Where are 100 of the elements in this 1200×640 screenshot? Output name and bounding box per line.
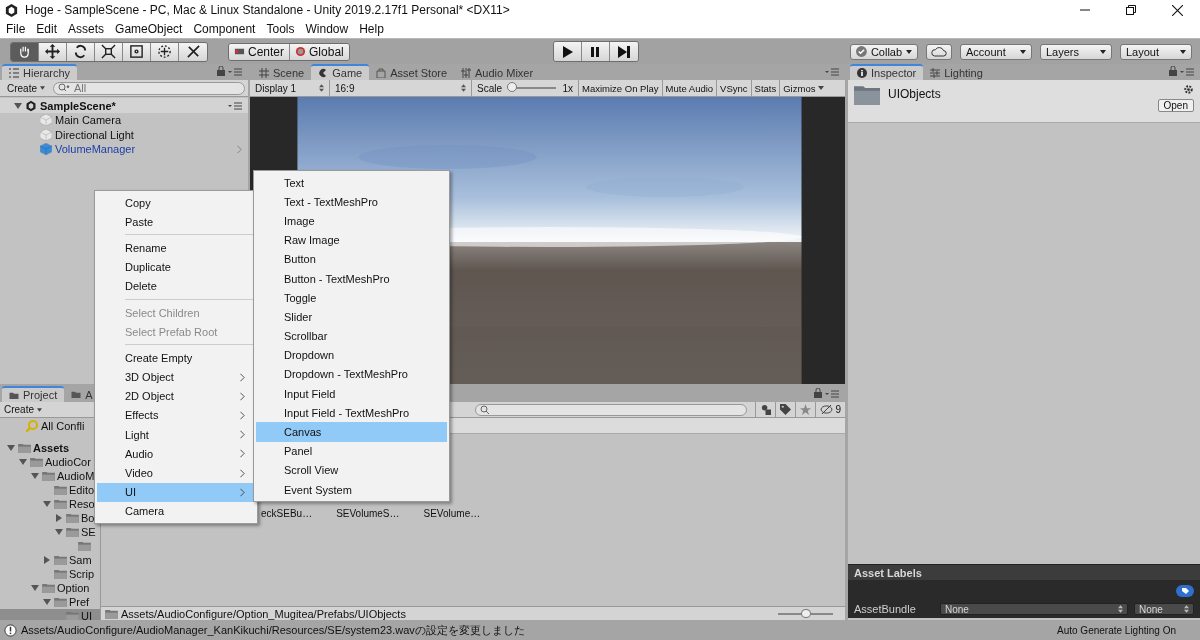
step-button[interactable]	[609, 42, 638, 61]
folder-name[interactable]: Sam	[69, 554, 92, 566]
menu-item[interactable]: Text	[256, 173, 447, 193]
menu-item[interactable]: 3D Object	[97, 367, 255, 387]
folder-name[interactable]: Scrip	[69, 568, 95, 580]
gizmos-dropdown[interactable]: Gizmos	[780, 80, 828, 96]
zoom-slider[interactable]	[800, 608, 811, 618]
create-dropdown[interactable]: Create	[0, 402, 46, 417]
favorite-item[interactable]: All Confli	[41, 420, 85, 432]
pivot-button[interactable]: Center	[229, 43, 291, 60]
menu-item[interactable]: UI	[97, 482, 255, 502]
toggle-button[interactable]: VSync	[717, 80, 752, 96]
menu-item[interactable]: Canvas	[256, 422, 447, 442]
hierarchy-item[interactable]: VolumeManager	[55, 143, 136, 156]
menu-item[interactable]: Tools	[266, 22, 295, 36]
scale-slider[interactable]	[507, 82, 518, 92]
menu-item[interactable]: Event System	[256, 480, 447, 500]
folder-name[interactable]: Edito	[69, 484, 95, 496]
folder-name[interactable]: Reso	[69, 498, 95, 510]
tool-button[interactable]	[95, 42, 123, 61]
play-button[interactable]	[553, 42, 582, 61]
menu-item[interactable]: Create Empty	[97, 348, 255, 368]
view-tab[interactable]: Scene	[252, 65, 312, 80]
file-name[interactable]: SEVolumeS…	[336, 508, 400, 520]
menu-item[interactable]: Input Field - TextMeshPro	[256, 403, 447, 423]
menu-item[interactable]: Panel	[256, 441, 447, 461]
menu-item[interactable]: Edit	[36, 22, 58, 36]
folder-name[interactable]: Pref	[69, 596, 90, 608]
tag-icon[interactable]	[1176, 585, 1194, 597]
folder-name[interactable]: Assets	[33, 442, 70, 454]
file-name[interactable]: SEVolume…	[423, 508, 481, 520]
menu-item[interactable]: Camera	[97, 501, 255, 521]
menu-item[interactable]: Duplicate	[97, 257, 255, 277]
menu-icon[interactable]	[228, 101, 242, 110]
expanded-arrow-icon[interactable]	[18, 458, 28, 466]
folder-name[interactable]: SE	[81, 526, 96, 538]
search-field[interactable]	[475, 403, 748, 416]
folder-name[interactable]: AudioM	[57, 470, 95, 482]
tool-button[interactable]	[67, 42, 95, 61]
menu-item[interactable]: Assets	[68, 22, 105, 36]
menu-item[interactable]: Slider	[256, 307, 447, 327]
menu-item[interactable]: Text - TextMeshPro	[256, 192, 447, 212]
cloud-button[interactable]	[926, 43, 952, 60]
aspect-dropdown[interactable]: 16:9	[330, 80, 472, 96]
layout-dropdown[interactable]: Layout	[1120, 43, 1192, 60]
collapsed-arrow-icon[interactable]	[42, 556, 52, 564]
layers-dropdown[interactable]: Layers	[1040, 43, 1112, 60]
display-dropdown[interactable]: Display 1	[250, 80, 330, 96]
menu-item[interactable]: Delete	[97, 276, 255, 296]
pause-button[interactable]	[581, 42, 610, 61]
lock-icon[interactable]	[217, 66, 225, 76]
hidden-count-button[interactable]: 9	[815, 402, 845, 417]
file-name[interactable]: eckSEBu…	[261, 508, 313, 520]
space-button[interactable]: Global	[290, 43, 349, 60]
inspector-tab[interactable]: Inspector	[850, 64, 924, 80]
tool-button[interactable]	[39, 42, 67, 61]
lock-icon[interactable]	[814, 388, 822, 398]
folder-name[interactable]: Bo	[81, 512, 95, 524]
account-dropdown[interactable]: Account	[960, 43, 1032, 60]
view-tab[interactable]: Asset Store	[369, 65, 455, 80]
menu-item[interactable]: Video	[97, 463, 255, 483]
folder-name[interactable]: AudioCor	[45, 456, 91, 468]
folder-name[interactable]: Option	[57, 582, 90, 594]
menu-item[interactable]: Dropdown	[256, 345, 447, 365]
menu-item[interactable]: Audio	[97, 444, 255, 464]
expanded-arrow-icon[interactable]	[30, 472, 40, 480]
toggle-button[interactable]: Mute Audio	[662, 80, 718, 96]
menu-item[interactable]: Image	[256, 211, 447, 231]
settings-icon[interactable]	[1183, 84, 1194, 95]
inspector-tab[interactable]: Lighting	[923, 65, 990, 80]
view-tab[interactable]: Game	[311, 64, 370, 80]
menu-item[interactable]: Button	[256, 249, 447, 269]
menu-item[interactable]: Raw Image	[256, 230, 447, 250]
tool-button[interactable]	[179, 42, 207, 61]
menu-item[interactable]: Paste	[97, 212, 255, 232]
view-tab[interactable]: Audio Mixer	[454, 65, 541, 80]
expanded-arrow-icon[interactable]	[6, 444, 16, 452]
menu-item[interactable]: 2D Object	[97, 386, 255, 406]
menu-item[interactable]: GameObject	[115, 22, 183, 36]
open-button[interactable]: Open	[1157, 99, 1194, 112]
folder-name[interactable]: UI	[81, 610, 92, 622]
menu-item[interactable]: Copy	[97, 193, 255, 213]
search-field[interactable]: All	[53, 81, 245, 95]
scene-row[interactable]: SampleScene*	[0, 98, 248, 113]
menu-item[interactable]: File	[6, 22, 26, 36]
expanded-arrow-icon[interactable]	[54, 528, 64, 536]
toggle-button[interactable]: Stats	[751, 80, 781, 96]
hierarchy-item[interactable]: Main Camera	[55, 114, 122, 127]
collapsed-arrow-icon[interactable]	[54, 514, 64, 522]
lock-icon[interactable]	[1169, 66, 1177, 76]
expanded-arrow-icon[interactable]	[42, 500, 52, 508]
menu-item[interactable]: Component	[193, 22, 256, 36]
hierarchy-tab[interactable]: Hierarchy	[2, 64, 78, 80]
tool-button[interactable]	[151, 42, 179, 61]
menu-item[interactable]: Scrollbar	[256, 326, 447, 346]
expanded-arrow-icon[interactable]	[30, 584, 40, 592]
menu-item[interactable]: Effects	[97, 405, 255, 426]
expanded-arrow-icon[interactable]	[42, 598, 52, 606]
menu-item[interactable]: Help	[359, 22, 384, 36]
toggle-button[interactable]: Maximize On Play	[579, 80, 663, 96]
